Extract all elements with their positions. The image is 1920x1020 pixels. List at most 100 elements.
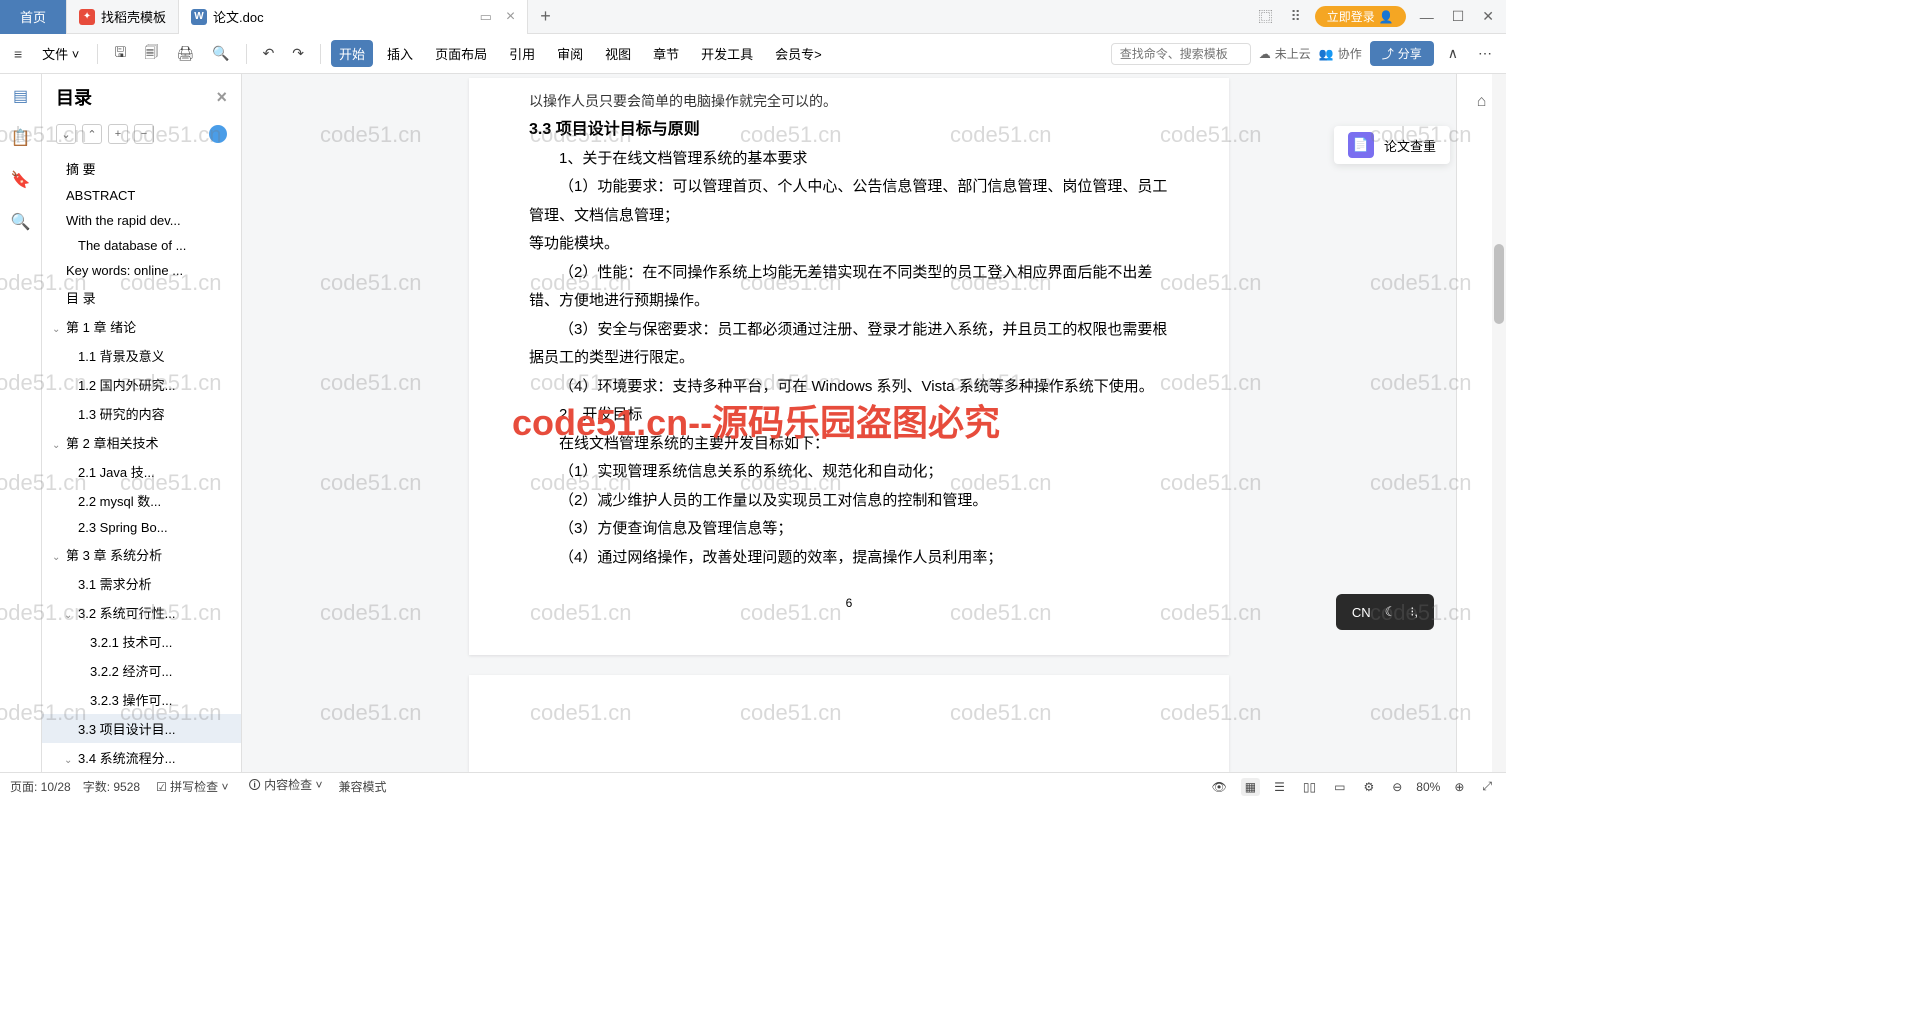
outline-item[interactable]: 1.1 背景及意义 <box>42 341 241 370</box>
outline-item[interactable]: 3.2.3 操作可... <box>42 685 241 714</box>
template-icon: ✦ <box>79 9 95 25</box>
document-area[interactable]: 🗨 🗒 以操作人员只要会简单的电脑操作就完全可以的。 3.3 项目设计目标与原则… <box>242 74 1456 772</box>
outline-item[interactable]: ⌄ 3.2 系统可行性... <box>42 598 241 627</box>
chevron-down-icon[interactable]: ⌄ <box>52 440 62 451</box>
outline-item[interactable]: 摘 要 <box>42 154 241 183</box>
share-button[interactable]: ⤴ 分享 <box>1370 41 1434 66</box>
view-outline-icon[interactable]: ☰ <box>1270 778 1289 796</box>
outline-item[interactable]: 1.3 研究的内容 <box>42 399 241 428</box>
search-input[interactable] <box>1111 43 1251 65</box>
outline-item-label: 3.2 系统可行性... <box>78 606 176 621</box>
view-read-icon[interactable]: ▯▯ <box>1299 778 1320 796</box>
window-mode-icon[interactable]: ▭ <box>480 9 492 25</box>
login-label: 立即登录 <box>1327 8 1375 25</box>
thesis-check-button[interactable]: 📄 论文查重 <box>1334 126 1450 164</box>
close-outline-icon[interactable]: × <box>216 87 227 108</box>
outline-item[interactable]: ⌄第 3 章 系统分析 <box>42 540 241 569</box>
hamburger-icon[interactable]: ≡ <box>8 42 28 66</box>
outline-item[interactable]: 目 录 <box>42 283 241 312</box>
tab-home[interactable]: 首页 <box>0 0 67 34</box>
ribbon-review[interactable]: 审阅 <box>549 40 591 67</box>
file-menu[interactable]: 文件 ˅ <box>34 40 87 67</box>
preview-icon[interactable]: 🔍 <box>206 41 235 66</box>
ribbon-reference[interactable]: 引用 <box>501 40 543 67</box>
clipboard-icon[interactable]: 📋 <box>9 126 33 150</box>
outline-item[interactable]: 3.2.2 经济可... <box>42 656 241 685</box>
close-icon[interactable]: × <box>506 8 515 26</box>
zoom-out-icon[interactable]: ⊖ <box>1388 778 1406 796</box>
ime-misc: ⁝, <box>1410 604 1418 620</box>
outline-icon[interactable]: ▤ <box>9 84 33 108</box>
save-icon[interactable]: 🖫 <box>108 38 132 70</box>
tab-add[interactable]: + <box>528 6 563 27</box>
collab-button[interactable]: 👥 协作 <box>1319 45 1362 62</box>
scroll-thumb[interactable] <box>1494 244 1504 324</box>
ribbon: ≡ 文件 ˅ 🖫 🗐 🖨 🔍 ↶ ↷ 开始 插入 页面布局 引用 审阅 视图 章… <box>0 34 1506 74</box>
ribbon-chapter[interactable]: 章节 <box>645 40 687 67</box>
content-check[interactable]: 🛈 内容检查 ˅ <box>245 774 327 799</box>
ribbon-member[interactable]: 会员专> <box>767 40 830 67</box>
ribbon-start[interactable]: 开始 <box>331 40 373 67</box>
outline-item[interactable]: 2.2 mysql 数... <box>42 486 241 515</box>
bookmark-icon[interactable]: 🔖 <box>9 168 33 192</box>
outline-item[interactable]: 3.3 项目设计目... <box>42 714 241 743</box>
minimize-icon[interactable]: — <box>1416 5 1438 29</box>
outline-item[interactable]: 3.2.1 技术可... <box>42 627 241 656</box>
login-button[interactable]: 立即登录 👤 <box>1315 6 1406 27</box>
fit-icon[interactable]: ⤢ <box>1478 777 1496 796</box>
zoom-in-icon[interactable]: ⊕ <box>1450 778 1468 796</box>
left-rail: ▤ 📋 🔖 🔍 <box>0 74 42 772</box>
undo-icon[interactable]: ↶ <box>257 41 281 66</box>
outline-item[interactable]: Key words: online ... <box>42 258 241 283</box>
outline-item[interactable]: With the rapid dev... <box>42 208 241 233</box>
expand-all-icon[interactable]: ⌃ <box>82 124 102 144</box>
chevron-down-icon[interactable]: ⌄ <box>64 755 74 766</box>
outline-item[interactable]: 3.1 需求分析 <box>42 569 241 598</box>
ime-indicator[interactable]: CN ☾ ⁝, <box>1336 594 1434 630</box>
chevron-down-icon[interactable]: ⌄ <box>52 552 62 563</box>
status-page[interactable]: 页面: 10/28 <box>10 778 71 795</box>
tab-document[interactable]: W 论文.doc ▭ × <box>179 0 528 34</box>
outline-item[interactable]: ⌄第 1 章 绪论 <box>42 312 241 341</box>
print-icon[interactable]: 🖨 <box>170 41 200 66</box>
close-window-icon[interactable]: ✕ <box>1478 4 1498 29</box>
thesis-label: 论文查重 <box>1384 136 1436 155</box>
collapse-all-icon[interactable]: ⌄ <box>56 124 76 144</box>
collapse-ribbon-icon[interactable]: ∧ <box>1442 41 1464 66</box>
add-item-icon[interactable]: + <box>108 124 128 144</box>
more-icon[interactable]: ⋯ <box>1472 41 1498 66</box>
layout-icon[interactable]: ⿴ <box>1254 3 1276 31</box>
search-icon[interactable]: 🔍 <box>9 210 33 234</box>
save-as-icon[interactable]: 🗐 <box>138 38 164 70</box>
remove-item-icon[interactable]: − <box>134 124 154 144</box>
outline-item[interactable]: 1.2 国内外研究... <box>42 370 241 399</box>
maximize-icon[interactable]: ☐ <box>1448 4 1469 29</box>
outline-item[interactable]: The database of ... <box>42 233 241 258</box>
apps-icon[interactable]: ⠿ <box>1286 4 1304 29</box>
cloud-status[interactable]: ☁ 未上云 <box>1259 45 1311 62</box>
chevron-down-icon[interactable]: ⌄ <box>52 324 62 335</box>
eye-icon[interactable]: 👁 <box>1208 778 1231 796</box>
view-page-icon[interactable]: ▦ <box>1241 778 1260 796</box>
outline-item[interactable]: 2.1 Java 技... <box>42 457 241 486</box>
zoom-value[interactable]: 80% <box>1416 780 1440 794</box>
ribbon-layout[interactable]: 页面布局 <box>427 40 495 67</box>
ribbon-dev[interactable]: 开发工具 <box>693 40 761 67</box>
outline-item[interactable]: ABSTRACT <box>42 183 241 208</box>
ribbon-view[interactable]: 视图 <box>597 40 639 67</box>
outline-item[interactable]: ⌄第 2 章相关技术 <box>42 428 241 457</box>
view-web-icon[interactable]: ▭ <box>1330 778 1349 796</box>
outline-item[interactable]: ⌄3.4 系统流程分... <box>42 743 241 772</box>
ribbon-insert[interactable]: 插入 <box>379 40 421 67</box>
chevron-down-icon[interactable]: ⌄ <box>64 610 74 621</box>
spell-check[interactable]: ☑ 拼写检查 ˅ <box>152 776 232 797</box>
tab-template[interactable]: ✦ 找稻壳模板 <box>67 0 179 34</box>
ime-lang: CN <box>1352 605 1371 620</box>
scrollbar[interactable] <box>1492 74 1506 772</box>
sync-icon[interactable] <box>209 125 227 143</box>
status-words[interactable]: 字数: 9528 <box>83 778 140 795</box>
redo-icon[interactable]: ↷ <box>286 41 310 66</box>
outline-item-label: 摘 要 <box>66 162 96 177</box>
outline-item[interactable]: 2.3 Spring Bo... <box>42 515 241 540</box>
gear-icon[interactable]: ⚙ <box>1359 778 1378 796</box>
